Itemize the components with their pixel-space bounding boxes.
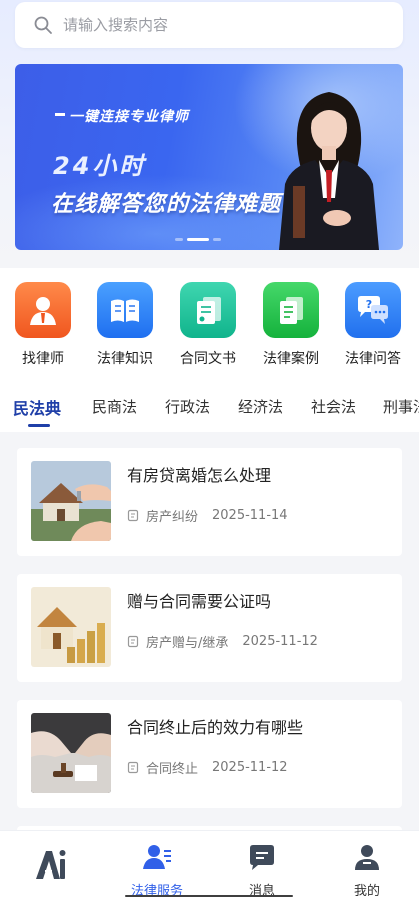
article-thumbnail-image xyxy=(31,713,111,793)
tab-criminal-law[interactable]: 刑事法 xyxy=(383,396,419,417)
article-date: 2025-11-14 xyxy=(212,508,288,523)
category-find-lawyer[interactable]: 找律师 xyxy=(7,282,79,368)
bottom-navigation: 法律服务 消息 我的 xyxy=(0,830,419,897)
article-date: 2025-11-12 xyxy=(212,760,288,775)
category-label: 法律知识 xyxy=(97,351,153,367)
tab-social-law[interactable]: 社会法 xyxy=(311,396,356,417)
article-card[interactable]: 有房贷离婚怎么处理 房产纠纷 2025-11-14 xyxy=(17,448,402,556)
category-label: 合同文书 xyxy=(180,351,236,367)
banner-pagination xyxy=(175,238,221,241)
promo-banner[interactable]: 一键连接专业律师 24小时 在线解答您的法律难题 xyxy=(15,64,403,250)
banner-title-main: 在线解答您的法律难题 xyxy=(51,192,282,217)
category-shortcuts: 找律师 法律知识 合同文书 法律案例 ? 法律问答 xyxy=(0,268,419,380)
law-category-tabs: 民法典 民商法 行政法 经济法 社会法 刑事法 xyxy=(0,380,419,432)
article-date: 2025-11-12 xyxy=(242,634,318,649)
pagination-dot-active xyxy=(187,238,209,241)
tab-civil-code[interactable]: 民法典 xyxy=(13,395,61,419)
banner-tagline: 一键连接专业律师 xyxy=(55,106,189,126)
contract-doc-icon xyxy=(180,282,236,338)
category-label: 找律师 xyxy=(22,351,64,367)
category-legal-qa[interactable]: ? 法律问答 xyxy=(337,282,409,368)
active-tab-underline xyxy=(28,424,50,427)
case-doc-icon xyxy=(263,282,319,338)
tag-icon xyxy=(127,761,139,774)
article-thumbnail-image xyxy=(31,461,111,541)
search-input[interactable] xyxy=(63,16,363,34)
pagination-dot xyxy=(213,238,221,241)
search-bar[interactable] xyxy=(15,2,403,48)
article-tag: 合同终止 xyxy=(146,762,199,777)
article-tag: 房产赠与/继承 xyxy=(146,636,229,651)
nav-messages[interactable]: 消息 xyxy=(222,843,302,897)
tag-icon xyxy=(127,509,139,522)
category-label: 法律案例 xyxy=(263,351,319,367)
tab-civil-commercial-law[interactable]: 民商法 xyxy=(92,396,137,417)
nav-ai-home[interactable] xyxy=(12,847,92,885)
nav-legal-service[interactable]: 法律服务 xyxy=(117,843,197,897)
book-icon xyxy=(97,282,153,338)
tab-administrative-law[interactable]: 行政法 xyxy=(165,396,210,417)
article-card[interactable]: 合同终止后的效力有哪些 合同终止 2025-11-12 xyxy=(17,700,402,808)
category-contract-docs[interactable]: 合同文书 xyxy=(172,282,244,368)
article-tag: 房产纠纷 xyxy=(146,510,199,525)
article-title: 有房贷离婚怎么处理 xyxy=(127,466,272,485)
article-thumbnail-image xyxy=(31,587,111,667)
article-meta: 房产纠纷 2025-11-14 xyxy=(127,506,288,525)
tag-icon xyxy=(127,635,139,648)
nav-profile[interactable]: 我的 xyxy=(327,843,407,897)
profile-icon xyxy=(355,845,379,870)
category-label: 法律问答 xyxy=(345,351,401,367)
pagination-dot xyxy=(175,238,183,241)
lawyer-icon xyxy=(15,282,71,338)
search-icon xyxy=(34,16,52,34)
nav-label: 我的 xyxy=(353,884,380,897)
ai-logo-icon xyxy=(36,850,66,879)
tab-economic-law[interactable]: 经济法 xyxy=(238,396,283,417)
article-title: 合同终止后的效力有哪些 xyxy=(127,718,304,737)
article-meta: 合同终止 2025-11-12 xyxy=(127,758,288,777)
category-legal-cases[interactable]: 法律案例 xyxy=(255,282,327,368)
lawyer-portrait-image xyxy=(279,92,379,250)
article-meta: 房产赠与/继承 2025-11-12 xyxy=(127,632,318,651)
banner-title-hours: 24小时 xyxy=(53,152,147,180)
article-card[interactable]: 赠与合同需要公证吗 房产赠与/继承 2025-11-12 xyxy=(17,574,402,682)
qa-bubble-icon: ? xyxy=(345,282,401,338)
category-legal-knowledge[interactable]: 法律知识 xyxy=(89,282,161,368)
message-icon xyxy=(250,845,274,870)
article-title: 赠与合同需要公证吗 xyxy=(127,592,272,611)
legal-service-icon xyxy=(143,845,171,869)
